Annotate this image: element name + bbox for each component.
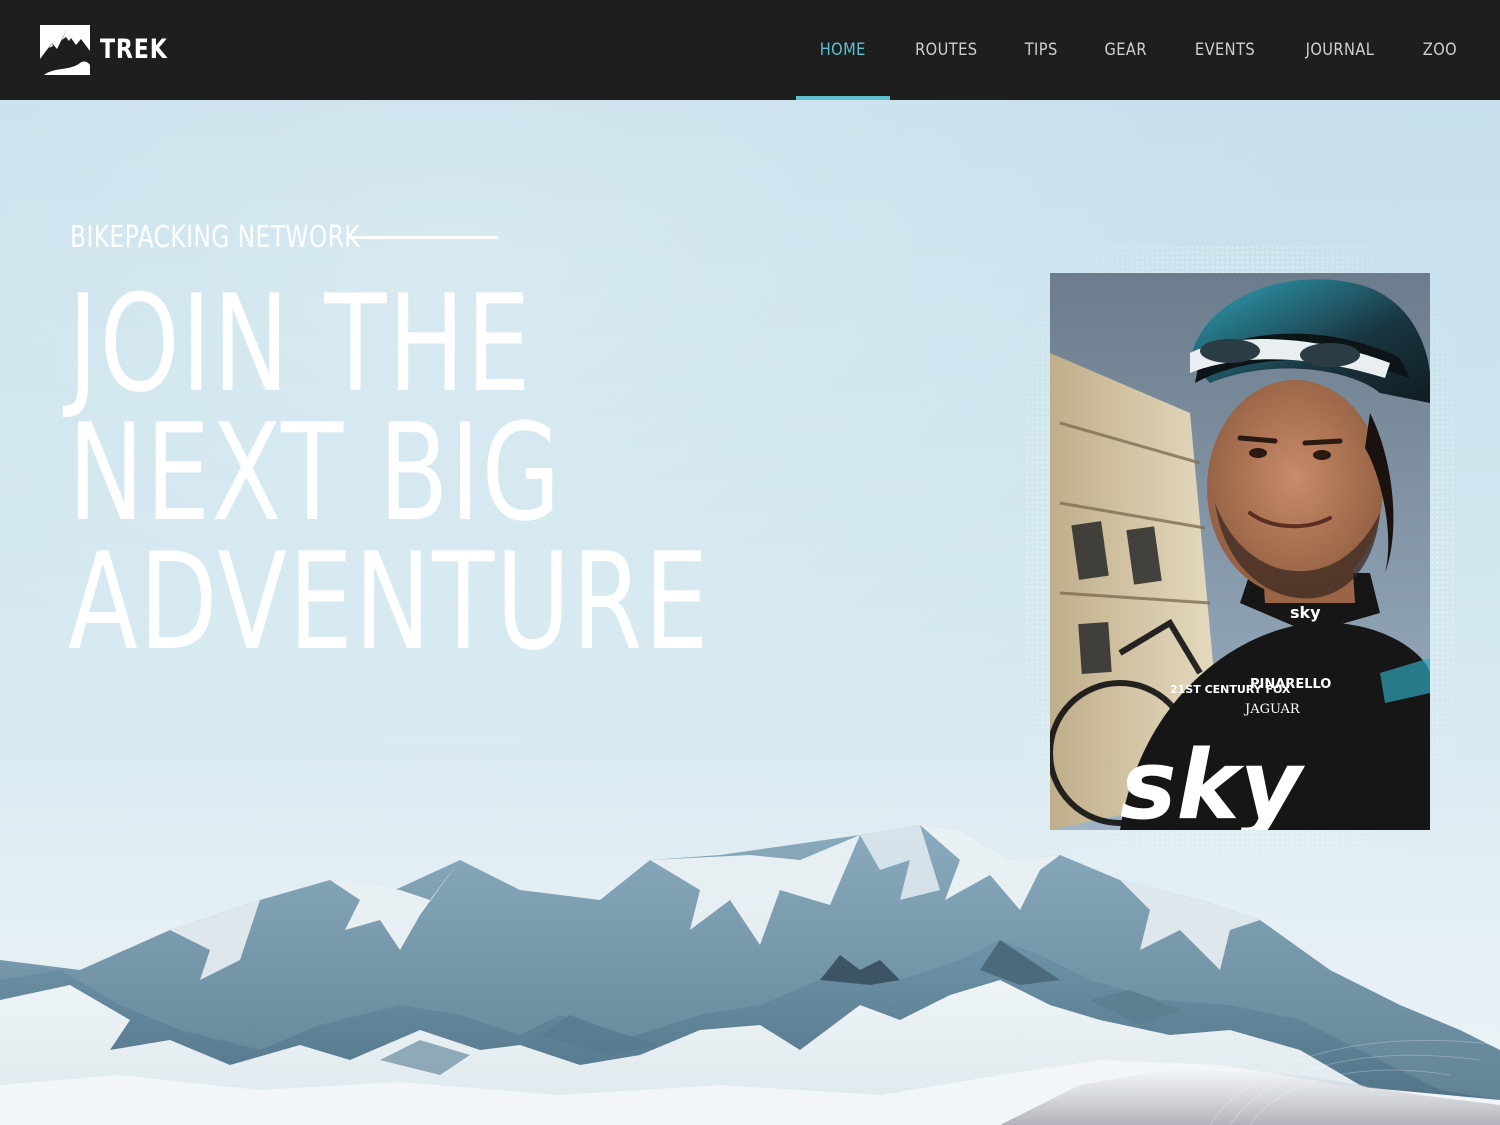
cyclist-portrait-illustration: sky 21ST CENTURY FOX PINARELLO JAGUAR sk… bbox=[1050, 273, 1430, 830]
nav-item-events[interactable]: EVENTS bbox=[1170, 0, 1280, 100]
nav-item-label: JOURNAL bbox=[1305, 40, 1375, 60]
jersey-sky-logo: sky bbox=[1120, 731, 1306, 830]
nav-item-label: HOME bbox=[819, 40, 866, 60]
eyebrow-divider bbox=[348, 236, 498, 239]
collar-sky-text: sky bbox=[1290, 603, 1321, 622]
hero-headline: JOIN THE NEXT BIG ADVENTURE bbox=[68, 266, 711, 680]
nav-item-zoo[interactable]: ZOO bbox=[1400, 0, 1480, 100]
sponsor-jaguar-text: JAGUAR bbox=[1243, 702, 1301, 717]
nav-item-tips[interactable]: TIPS bbox=[1002, 0, 1080, 100]
nav-item-label: EVENTS bbox=[1194, 40, 1256, 60]
brand-logo-link[interactable]: TREK bbox=[40, 25, 183, 75]
nav-item-routes[interactable]: ROUTES bbox=[890, 0, 1003, 100]
hero-section: BIKEPACKING NETWORK JOIN THE NEXT BIG AD… bbox=[0, 100, 1500, 1125]
sponsor-pinarello-text: PINARELLO bbox=[1250, 677, 1331, 692]
eyebrow-label: BIKEPACKING NETWORK bbox=[70, 220, 361, 255]
nav-item-label: GEAR bbox=[1104, 40, 1147, 60]
headline-line: ADVENTURE bbox=[68, 524, 711, 680]
cyclist-portrait-photo: sky 21ST CENTURY FOX PINARELLO JAGUAR sk… bbox=[1050, 273, 1430, 830]
main-nav: HOME ROUTES TIPS GEAR EVENTS JOURNAL ZOO bbox=[796, 0, 1480, 100]
nav-item-label: ZOO bbox=[1422, 40, 1458, 60]
brand-name: TREK bbox=[100, 34, 168, 65]
nav-item-label: TIPS bbox=[1024, 40, 1059, 60]
nav-item-label: ROUTES bbox=[914, 40, 978, 60]
headline-line: NEXT BIG bbox=[68, 395, 563, 551]
nav-item-journal[interactable]: JOURNAL bbox=[1280, 0, 1400, 100]
cyclist-photo-frame: sky 21ST CENTURY FOX PINARELLO JAGUAR sk… bbox=[1025, 245, 1455, 855]
nav-item-gear[interactable]: GEAR bbox=[1081, 0, 1170, 100]
eyebrow-row: BIKEPACKING NETWORK bbox=[70, 220, 498, 255]
nav-item-home[interactable]: HOME bbox=[796, 0, 890, 100]
headline-line: JOIN THE bbox=[68, 266, 533, 422]
site-header: TREK HOME ROUTES TIPS GEAR EVENTS JOURNA… bbox=[0, 0, 1500, 100]
mountain-logo-icon bbox=[40, 25, 90, 75]
